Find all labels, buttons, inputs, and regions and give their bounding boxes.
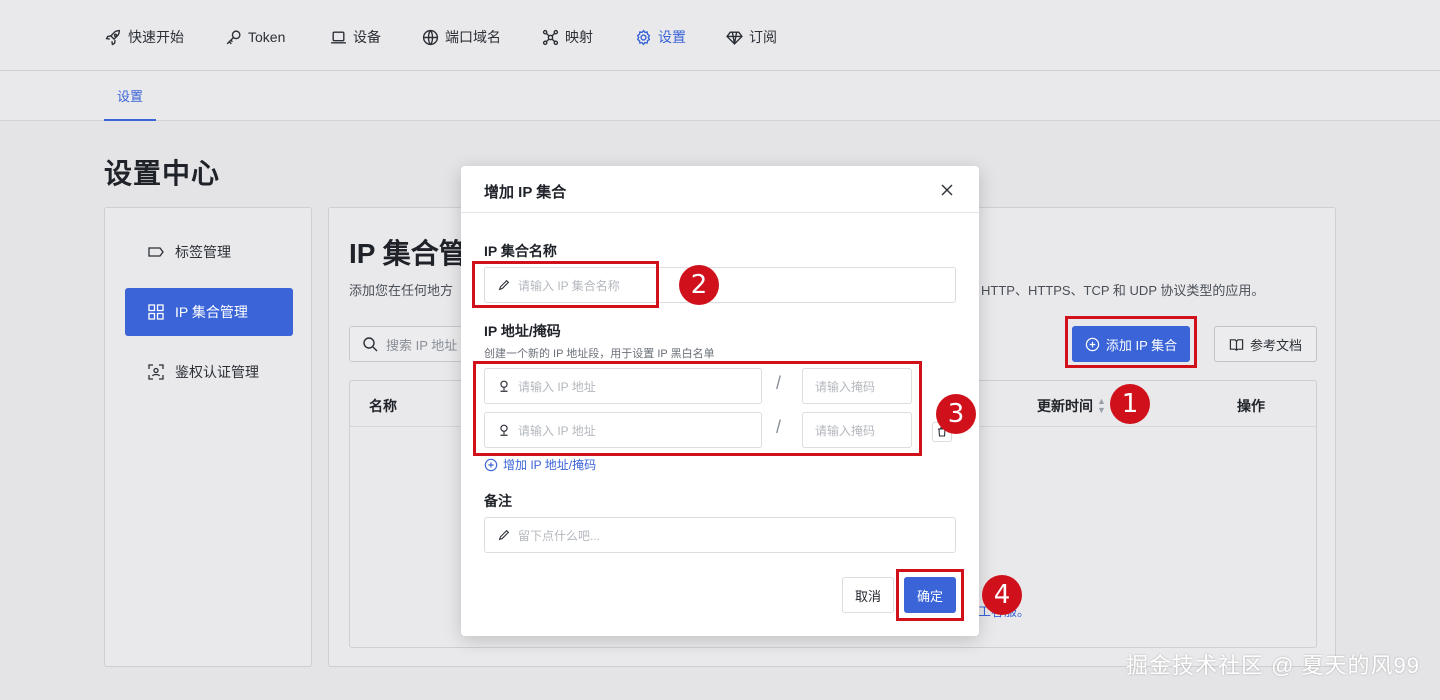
cancel-button[interactable]: 取消: [842, 577, 894, 613]
search-icon: [363, 337, 378, 352]
book-icon: [1229, 338, 1244, 351]
plus-circle-icon: [484, 458, 498, 471]
tag-icon: [148, 247, 164, 257]
grid-icon: [148, 304, 164, 320]
pencil-icon: [498, 529, 510, 541]
tab-settings[interactable]: 设置: [104, 71, 156, 121]
close-icon[interactable]: [939, 182, 955, 198]
sidebar-item-auth[interactable]: 鉴权认证管理: [125, 348, 293, 396]
annotation-badge-2: 2: [679, 265, 719, 305]
settings-sidebar: 标签管理 IP 集合管理 鉴权认证管理: [104, 207, 312, 667]
nav-label: 映射: [565, 29, 593, 45]
nav-item-settings[interactable]: 设置: [635, 26, 686, 48]
nav-label: 设置: [658, 29, 686, 45]
panel-description: 添加您在任何地方: [349, 283, 454, 298]
name-label: IP 集合名称: [484, 243, 557, 259]
add-ip-mask-label: 增加 IP 地址/掩码: [503, 458, 597, 472]
column-header-actions: 操作: [1237, 398, 1265, 414]
watermark: 掘金技术社区 @ 夏天的风99: [1125, 653, 1420, 678]
nav-item-devices[interactable]: 设备: [330, 26, 381, 48]
sidebar-item-label: 标签管理: [175, 244, 231, 260]
reference-docs-label: 参考文档: [1249, 337, 1302, 353]
panel-title: IP 集合管: [349, 238, 467, 269]
annotation-box-1: [1065, 316, 1197, 368]
annotation-box-3: [473, 361, 922, 456]
panel-description-tail: HTTP、HTTPS、TCP 和 UDP 协议类型的应用。: [981, 283, 1265, 298]
annotation-badge-4: 4: [982, 575, 1022, 615]
sub-navigation: 设置: [0, 71, 1440, 121]
sort-icon[interactable]: ▲ ▼: [1097, 397, 1106, 415]
note-placeholder: 留下点什么吧...: [518, 528, 601, 543]
ip-mask-help: 创建一个新的 IP 地址段，用于设置 IP 黑白名单: [484, 348, 715, 360]
face-scan-icon: [148, 364, 164, 380]
nav-label: Token: [248, 29, 286, 45]
nav-item-quickstart[interactable]: 快速开始: [105, 26, 184, 48]
gear-icon: [636, 28, 651, 46]
key-icon: [226, 29, 241, 44]
search-placeholder: 搜索 IP 地址: [386, 337, 458, 353]
nav-label: 订阅: [749, 29, 777, 45]
add-ip-mask-link[interactable]: 增加 IP 地址/掩码: [484, 456, 596, 473]
top-navigation: 快速开始 Token 设备 端口域名 映射 设置 订阅: [0, 0, 1440, 71]
nav-item-subscribe[interactable]: 订阅: [726, 26, 777, 48]
dialog-title: 增加 IP 集合: [484, 184, 567, 201]
sidebar-item-label: IP 集合管理: [175, 304, 248, 320]
column-header-updated[interactable]: 更新时间 ▲ ▼: [1037, 396, 1106, 416]
diamond-icon: [726, 30, 743, 45]
page-title: 设置中心: [104, 158, 221, 189]
annotation-box-4: [896, 569, 964, 621]
nav-item-port-domain[interactable]: 端口域名: [422, 26, 501, 48]
nav-item-mapping[interactable]: 映射: [542, 26, 593, 48]
annotation-badge-1: 1: [1110, 384, 1150, 424]
note-label: 备注: [484, 493, 512, 509]
column-header-name: 名称: [369, 398, 397, 414]
nav-item-token[interactable]: Token: [225, 26, 285, 48]
rocket-icon: [105, 29, 121, 45]
ip-mask-label: IP 地址/掩码: [484, 323, 561, 339]
network-icon: [542, 29, 559, 45]
nav-label: 端口域名: [445, 29, 501, 45]
annotation-badge-3: 3: [936, 394, 976, 434]
note-field[interactable]: 留下点什么吧...: [484, 517, 956, 553]
sidebar-item-ip-sets[interactable]: IP 集合管理: [125, 288, 293, 336]
sidebar-item-label: 鉴权认证管理: [175, 364, 259, 380]
sidebar-item-tags[interactable]: 标签管理: [125, 228, 293, 276]
nav-label: 快速开始: [128, 29, 184, 45]
annotation-box-2: [472, 261, 659, 308]
reference-docs-button[interactable]: 参考文档: [1214, 326, 1317, 362]
divider: [461, 212, 979, 213]
laptop-icon: [331, 30, 346, 44]
nav-label: 设备: [353, 29, 381, 45]
globe-icon: [422, 29, 439, 45]
